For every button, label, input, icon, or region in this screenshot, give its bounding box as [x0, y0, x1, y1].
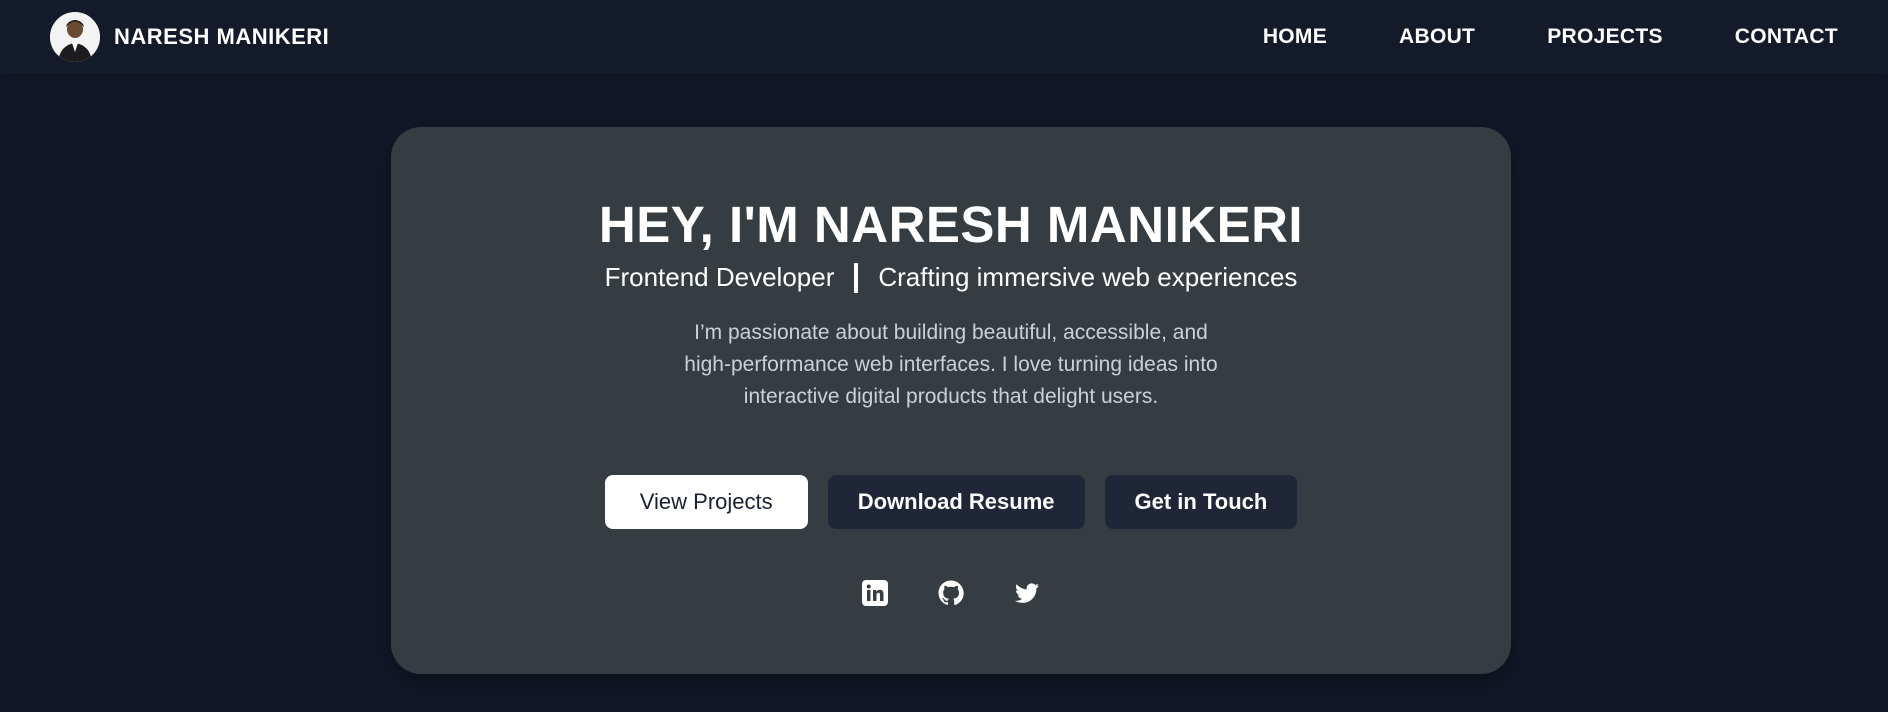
download-resume-button[interactable]: Download Resume [827, 475, 1085, 529]
github-icon[interactable] [937, 579, 965, 607]
brand[interactable]: NARESH MANIKERI [50, 12, 329, 62]
hero-subtitle: Frontend Developer Crafting immersive we… [391, 262, 1511, 293]
hero-role: Frontend Developer [604, 262, 835, 292]
nav-link-home[interactable]: HOME [1263, 25, 1327, 49]
twitter-icon[interactable] [1013, 579, 1041, 607]
hero-card: HEY, I'M NARESH MANIKERI Frontend Develo… [391, 127, 1511, 674]
get-in-touch-button[interactable]: Get in Touch [1104, 475, 1298, 529]
navbar: NARESH MANIKERI HOME ABOUT PROJECTS CONT… [0, 0, 1888, 74]
hero-title: HEY, I'M NARESH MANIKERI [598, 196, 1304, 253]
avatar [50, 12, 100, 62]
nav-link-projects[interactable]: PROJECTS [1547, 25, 1663, 49]
view-projects-button[interactable]: View Projects [604, 475, 808, 529]
hero-description: I’m passionate about building beautiful,… [684, 321, 1218, 408]
linkedin-icon[interactable] [861, 579, 889, 607]
nav-link-about[interactable]: ABOUT [1399, 25, 1475, 49]
brand-name: NARESH MANIKERI [114, 24, 330, 49]
social-links [391, 579, 1511, 607]
nav-links: HOME ABOUT PROJECTS CONTACT [1191, 0, 1838, 74]
nav-link-contact[interactable]: CONTACT [1735, 25, 1838, 49]
subtitle-divider [854, 262, 859, 293]
hero-tagline: Crafting immersive web experiences [878, 262, 1298, 292]
hero-buttons: View Projects Download Resume Get in Tou… [391, 475, 1511, 529]
